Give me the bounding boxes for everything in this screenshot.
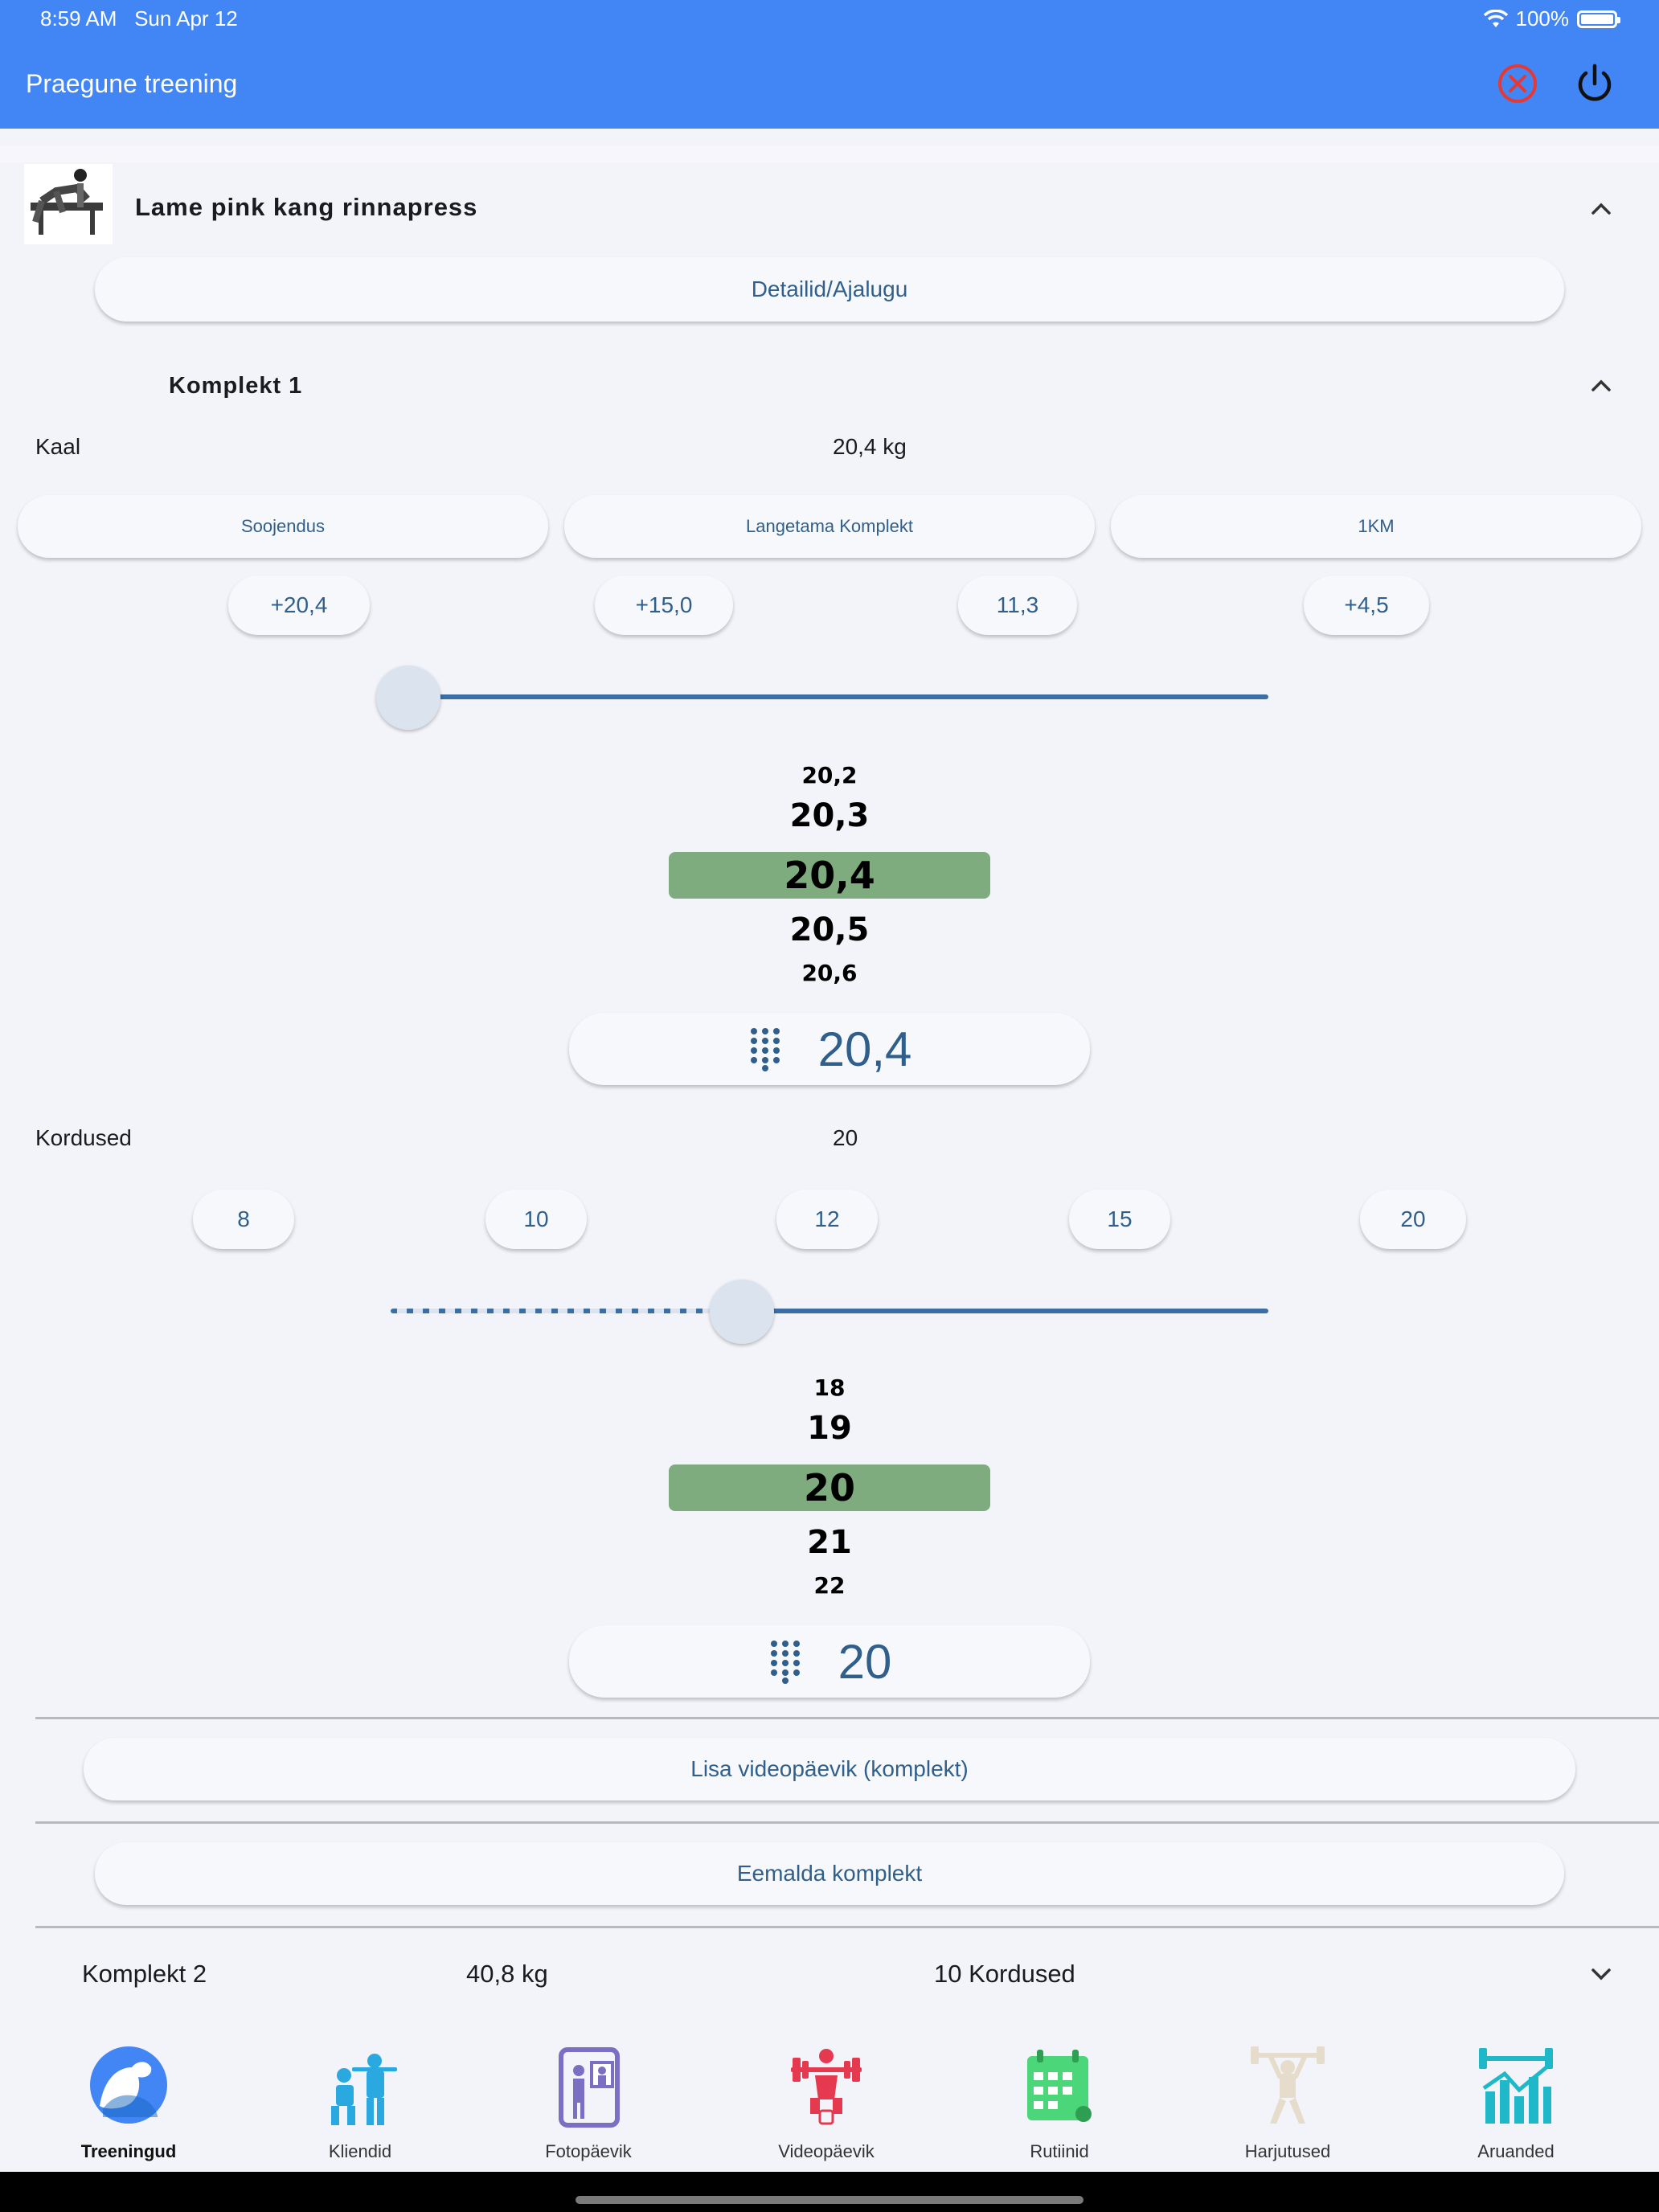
weight-wheel-item[interactable]: 20,6 xyxy=(669,960,990,986)
reps-input-button[interactable]: 20 xyxy=(569,1625,1090,1698)
nav-item-aruanded[interactable]: Aruanded xyxy=(1444,2043,1588,2164)
weight-label: Kaal xyxy=(35,434,81,459)
weight-chip[interactable]: +20,4 xyxy=(228,576,370,635)
chevron-up-icon[interactable] xyxy=(1585,193,1617,225)
app-bar: 8:59 AM Sun Apr 12 100% Praegune treenin… xyxy=(0,0,1659,129)
weight-slider-track[interactable] xyxy=(408,694,1268,699)
power-icon[interactable] xyxy=(1572,61,1617,106)
reps-slider-track[interactable] xyxy=(741,1309,1268,1313)
weightlifter-icon xyxy=(1251,2046,1325,2124)
bench-press-figure-icon xyxy=(31,169,103,235)
exercise-title: Lame pink kang rinnapress xyxy=(135,193,478,221)
nav-item-fotopaevik[interactable]: Fotopäevik xyxy=(516,2043,661,2164)
divider xyxy=(35,1717,1659,1719)
cancel-workout-icon[interactable] xyxy=(1495,61,1540,106)
weight-wheel-item[interactable]: 20,5 xyxy=(669,911,990,948)
wifi-icon xyxy=(1483,9,1508,27)
add-video-diary-button[interactable]: Lisa videopäevik (komplekt) xyxy=(84,1738,1575,1800)
video-diary-icon xyxy=(791,2049,862,2125)
reps-label: Kordused xyxy=(35,1125,132,1150)
flexed-arm-icon xyxy=(90,2046,167,2124)
reps-wheel-item[interactable]: 21 xyxy=(669,1524,990,1561)
drop-set-button[interactable]: Langetama Komplekt xyxy=(564,495,1095,558)
reps-wheel-item[interactable]: 18 xyxy=(669,1374,990,1401)
nav-label: Kliendid xyxy=(328,2141,392,2161)
reps-slider-active-track[interactable] xyxy=(391,1309,742,1313)
one-rep-max-button[interactable]: 1KM xyxy=(1111,495,1641,558)
reps-wheel-item[interactable]: 19 xyxy=(669,1410,990,1447)
weight-value: 20,4 kg xyxy=(833,434,907,459)
weight-slider-thumb[interactable] xyxy=(376,666,440,730)
divider xyxy=(35,1926,1659,1928)
set2-weight: 40,8 kg xyxy=(466,1960,548,1988)
weight-wheel-item[interactable]: 20,2 xyxy=(669,762,990,789)
set1-collapse-chevron-icon[interactable] xyxy=(1585,370,1617,402)
reps-chip[interactable]: 8 xyxy=(193,1190,294,1249)
nav-item-kliendid[interactable]: Kliendid xyxy=(288,2043,432,2164)
weight-chip[interactable]: +4,5 xyxy=(1304,576,1429,635)
nav-item-harjutused[interactable]: Harjutused xyxy=(1215,2043,1360,2164)
trainer-client-icon xyxy=(331,2054,397,2125)
reps-slider-thumb[interactable] xyxy=(709,1280,774,1344)
reps-chip[interactable]: 15 xyxy=(1069,1190,1170,1249)
battery-icon xyxy=(1577,10,1620,28)
weight-input-value: 20,4 xyxy=(817,1022,912,1076)
battery-percent: 100% xyxy=(1515,6,1570,31)
keypad-icon xyxy=(750,1028,780,1071)
workout-content: Lame pink kang rinnapress Detailid/Ajalu… xyxy=(0,129,1659,2034)
set2-reps: 10 Kordused xyxy=(934,1960,1075,1988)
page-title: Praegune treening xyxy=(26,69,238,98)
divider xyxy=(35,1821,1659,1824)
nav-label: Harjutused xyxy=(1244,2141,1331,2161)
warmup-button[interactable]: Soojendus xyxy=(18,495,548,558)
reps-wheel-item[interactable]: 22 xyxy=(669,1572,990,1599)
weight-input-button[interactable]: 20,4 xyxy=(569,1013,1090,1085)
calendar-routine-icon xyxy=(1027,2050,1092,2122)
nav-item-videopaevik[interactable]: Videopäevik xyxy=(754,2043,899,2164)
exercise-thumbnail xyxy=(24,164,113,244)
nav-label: Treeningud xyxy=(80,2141,177,2161)
status-right: 100% xyxy=(1483,6,1620,31)
nav-item-treeningud[interactable]: Treeningud xyxy=(56,2043,201,2164)
details-history-button[interactable]: Detailid/Ajalugu xyxy=(95,257,1564,322)
nav-label: Aruanded xyxy=(1477,2141,1555,2161)
set2-row[interactable]: Komplekt 2 40,8 kg 10 Kordused xyxy=(0,1953,1659,2009)
home-indicator[interactable] xyxy=(576,2196,1083,2204)
weight-chip[interactable]: 11,3 xyxy=(958,576,1077,635)
nav-item-rutiinid[interactable]: Rutiinid xyxy=(987,2043,1132,2164)
reps-input-value: 20 xyxy=(838,1634,892,1689)
weight-chip[interactable]: +15,0 xyxy=(595,576,733,635)
reports-chart-icon xyxy=(1479,2048,1553,2124)
nav-label: Rutiinid xyxy=(1030,2141,1089,2161)
keypad-icon xyxy=(770,1641,800,1684)
home-bar-area xyxy=(0,2172,1659,2212)
chevron-down-icon[interactable] xyxy=(1585,1958,1617,1990)
photo-diary-icon xyxy=(559,2047,620,2128)
nav-label: Videopäevik xyxy=(778,2141,875,2161)
status-time: 8:59 AM Sun Apr 12 xyxy=(40,6,238,31)
reps-chip[interactable]: 20 xyxy=(1360,1190,1466,1249)
remove-set-button[interactable]: Eemalda komplekt xyxy=(95,1842,1564,1905)
nav-label: Fotopäevik xyxy=(545,2141,632,2161)
weight-wheel-item[interactable]: 20,3 xyxy=(669,797,990,834)
reps-chip[interactable]: 12 xyxy=(776,1190,878,1249)
reps-wheel-item-selected[interactable]: 20 xyxy=(669,1466,990,1509)
set1-title: Komplekt 1 xyxy=(169,373,303,399)
exercise-header[interactable]: Lame pink kang rinnapress xyxy=(24,161,1635,257)
reps-chip[interactable]: 10 xyxy=(485,1190,587,1249)
reps-value: 20 xyxy=(833,1125,858,1150)
weight-wheel-item-selected[interactable]: 20,4 xyxy=(669,854,990,897)
bottom-nav: Treeningud Kliendid Fotopäevik Videopäev… xyxy=(0,2034,1659,2172)
set2-title: Komplekt 2 xyxy=(82,1960,207,1988)
